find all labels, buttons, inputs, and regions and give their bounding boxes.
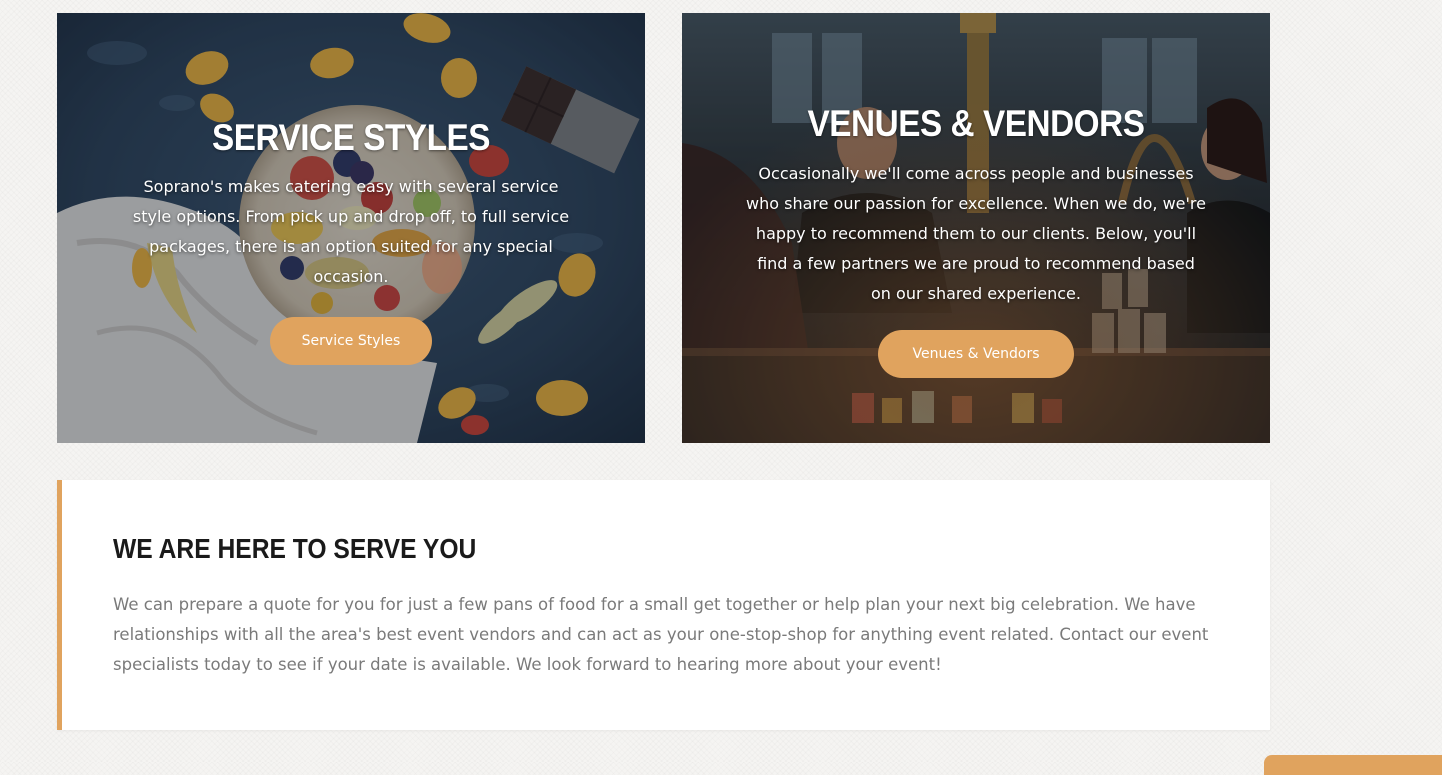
serve-you-heading: WE ARE HERE TO SERVE YOU xyxy=(113,533,477,564)
serve-you-panel: WE ARE HERE TO SERVE YOU We can prepare … xyxy=(57,480,1270,730)
service-styles-card: SERVICE STYLES Soprano's makes catering … xyxy=(57,13,645,443)
venues-vendors-card: VENUES & VENDORS Occasionally we'll come… xyxy=(682,13,1270,443)
venues-vendors-description: Occasionally we'll come across people an… xyxy=(746,164,1206,303)
floating-contact-tab[interactable] xyxy=(1264,755,1442,775)
service-styles-button[interactable]: Service Styles xyxy=(270,317,432,365)
serve-you-body: We can prepare a quote for you for just … xyxy=(113,595,1209,674)
service-styles-description: Soprano's makes catering easy with sever… xyxy=(132,177,570,286)
venues-vendors-content: VENUES & VENDORS Occasionally we'll come… xyxy=(682,105,1270,309)
venues-vendors-button[interactable]: Venues & Vendors xyxy=(878,330,1074,378)
venues-vendors-title: VENUES & VENDORS xyxy=(807,103,1145,144)
service-styles-title: SERVICE STYLES xyxy=(211,117,491,158)
service-styles-content: SERVICE STYLES Soprano's makes catering … xyxy=(57,119,645,292)
